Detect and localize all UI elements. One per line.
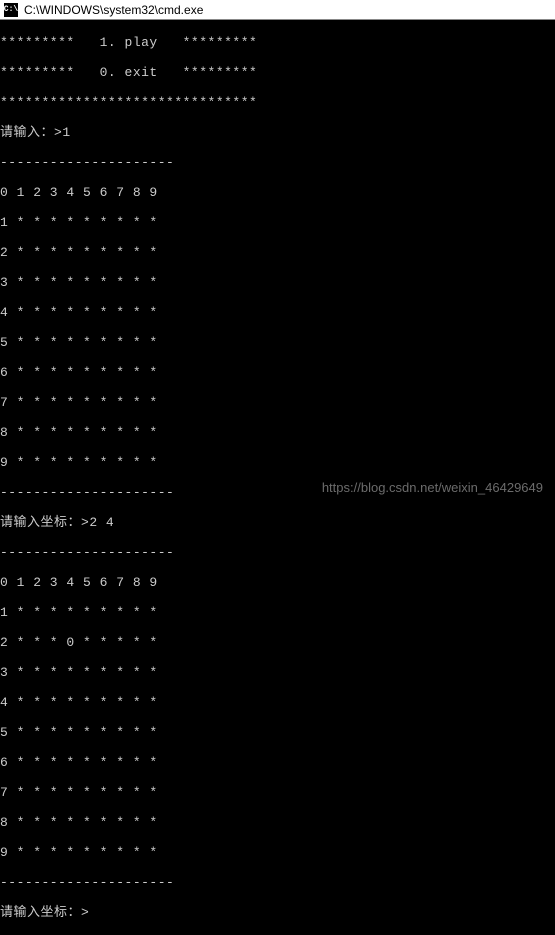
board1-row: 7 * * * * * * * * * [0, 395, 555, 410]
board1-row: 8 * * * * * * * * * [0, 425, 555, 440]
board2-row: 8 * * * * * * * * * [0, 815, 555, 830]
window-title-bar[interactable]: C:\ C:\WINDOWS\system32\cmd.exe [0, 0, 555, 20]
board1-row: 3 * * * * * * * * * [0, 275, 555, 290]
board1-row: 2 * * * * * * * * * [0, 245, 555, 260]
board1-row: 1 * * * * * * * * * [0, 215, 555, 230]
menu-line-2: ********* 0. exit ********* [0, 65, 555, 80]
console-output: ********* 1. play ********* ********* 0.… [0, 20, 555, 935]
board2-header: 0 1 2 3 4 5 6 7 8 9 [0, 575, 555, 590]
input-prompt-2: 请输入坐标：>2 4 [0, 515, 555, 530]
board2-row: 9 * * * * * * * * * [0, 845, 555, 860]
board2-row: 6 * * * * * * * * * [0, 755, 555, 770]
input-prompt-1: 请输入：>1 [0, 125, 555, 140]
menu-line-1: ********* 1. play ********* [0, 35, 555, 50]
board2-row: 3 * * * * * * * * * [0, 665, 555, 680]
board1-row: 6 * * * * * * * * * [0, 365, 555, 380]
user-input-1: 1 [62, 125, 70, 140]
board1-header: 0 1 2 3 4 5 6 7 8 9 [0, 185, 555, 200]
board2-row: 7 * * * * * * * * * [0, 785, 555, 800]
board2-row: 4 * * * * * * * * * [0, 695, 555, 710]
board1-row: 5 * * * * * * * * * [0, 335, 555, 350]
board2-row: 5 * * * * * * * * * [0, 725, 555, 740]
board1-separator-top: --------------------- [0, 155, 555, 170]
menu-line-3: ******************************* [0, 95, 555, 110]
board2-row: 2 * * * 0 * * * * * [0, 635, 555, 650]
board2-separator-top: --------------------- [0, 545, 555, 560]
input-prompt-3[interactable]: 请输入坐标：> [0, 905, 555, 920]
watermark-text: https://blog.csdn.net/weixin_46429649 [322, 480, 543, 495]
user-input-2: 2 4 [89, 515, 114, 530]
board1-row: 4 * * * * * * * * * [0, 305, 555, 320]
board1-row: 9 * * * * * * * * * [0, 455, 555, 470]
cmd-icon: C:\ [4, 3, 18, 17]
board2-separator-bottom: --------------------- [0, 875, 555, 890]
window-title: C:\WINDOWS\system32\cmd.exe [24, 3, 203, 17]
board2-row: 1 * * * * * * * * * [0, 605, 555, 620]
